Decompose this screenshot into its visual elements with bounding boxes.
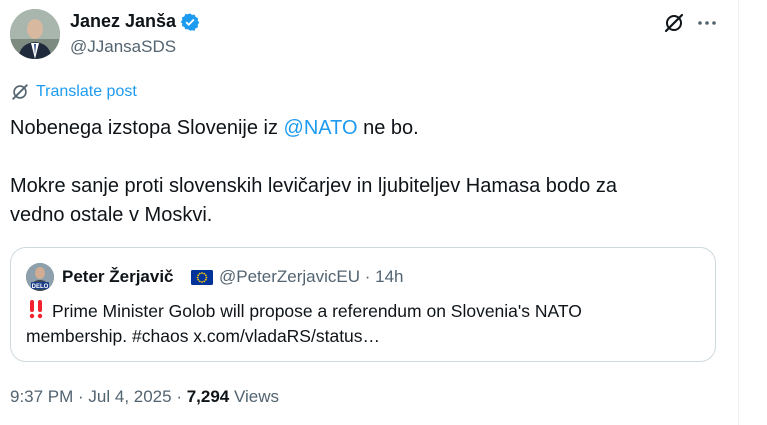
double-exclamation-icon: [29, 300, 43, 319]
quoted-author-avatar[interactable]: DELO: [26, 263, 54, 291]
quoted-author-name: Peter Žerjavič: [62, 267, 174, 286]
grok-icon[interactable]: [663, 12, 685, 34]
quoted-line-2: membership. #chaos x.com/vladaRS/status…: [26, 326, 381, 346]
eu-flag-icon: [191, 270, 213, 285]
tweet-line-3: vedno ostale v Moskvi.: [10, 204, 213, 226]
more-options-icon[interactable]: [696, 12, 718, 34]
grok-translate-icon: [12, 84, 28, 100]
translate-label: Translate post: [36, 83, 137, 100]
author-avatar[interactable]: [10, 9, 60, 59]
delo-logo: DELO: [32, 284, 49, 290]
view-count: 7,294: [186, 387, 230, 406]
quoted-line-1-text: Prime Minister Golob will propose a refe…: [52, 301, 582, 321]
tweet-text-segment: ne bo.: [357, 117, 419, 139]
tweet-line-2: Mokre sanje proti slovenskih levičarjev …: [10, 175, 617, 197]
quoted-post[interactable]: DELO Peter Žerjavič @PeterZerjavicEU · 1…: [10, 247, 716, 362]
author-name[interactable]: Janez Janša: [70, 10, 176, 32]
quoted-author-handle-time: @PeterZerjavicEU · 14h: [219, 267, 404, 286]
quoted-line-1: Prime Minister Golob will propose a refe…: [26, 299, 706, 324]
quoted-post-text: Prime Minister Golob will propose a refe…: [26, 299, 706, 349]
timeline-border: [738, 0, 739, 425]
verified-badge-icon: [180, 13, 200, 31]
post-metadata: 9:37 PM · Jul 4, 2025 · 7,294 Views: [10, 386, 279, 408]
translate-post-button[interactable]: Translate post: [10, 81, 137, 103]
views-label: Views: [229, 387, 280, 406]
mention-link[interactable]: @NATO: [284, 117, 358, 139]
tweet-line-1: Nobenega izstopa Slovenije iz @NATO ne b…: [10, 114, 720, 143]
post-timestamp-link[interactable]: 9:37 PM · Jul 4, 2025 ·: [10, 387, 187, 406]
tweet-text: Nobenega izstopa Slovenije iz @NATO ne b…: [10, 114, 720, 230]
author-handle[interactable]: @JJansaSDS: [70, 36, 176, 58]
tweet-text-segment: Nobenega izstopa Slovenije iz: [10, 117, 284, 139]
